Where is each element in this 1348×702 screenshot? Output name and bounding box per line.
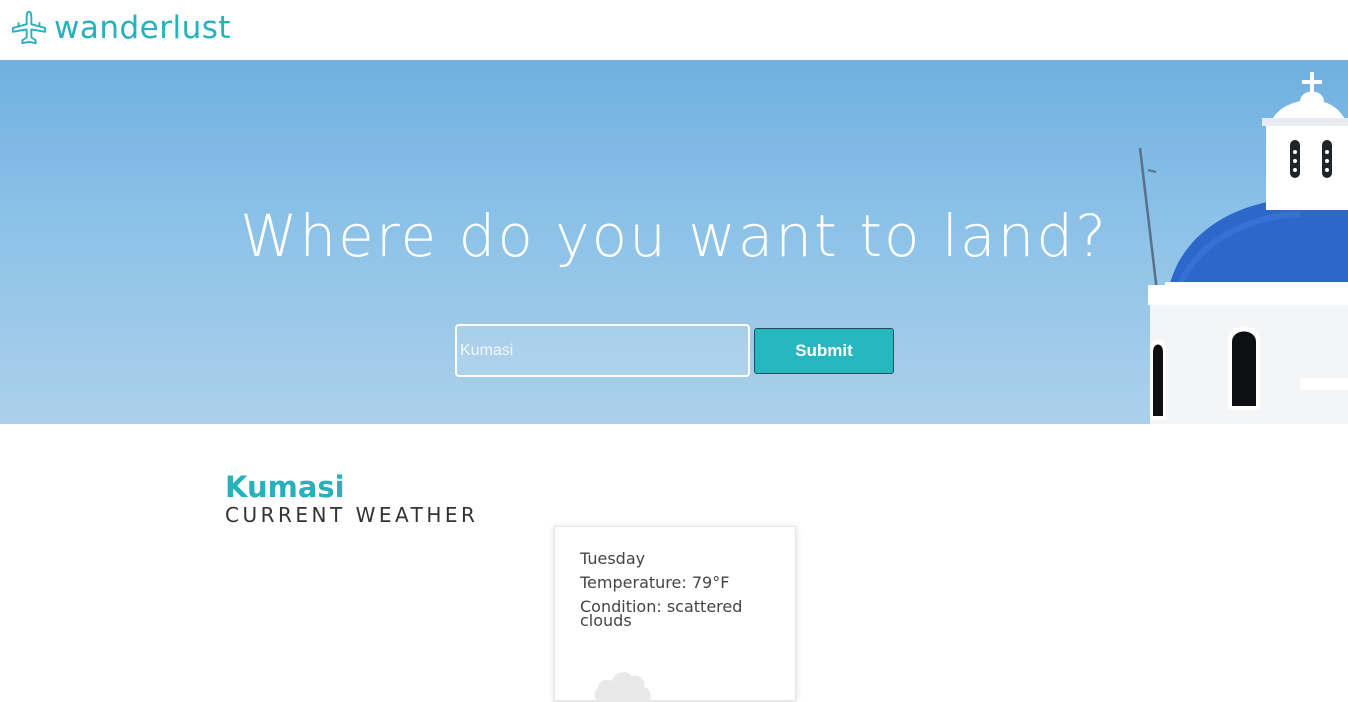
hero-title: Where do you want to land? xyxy=(240,202,1108,270)
logo-link[interactable]: wanderlust xyxy=(10,8,231,48)
weather-temperature: Temperature: 79°F xyxy=(580,573,730,592)
top-navbar: wanderlust xyxy=(0,0,1348,60)
destination-search-input[interactable] xyxy=(455,324,750,377)
current-weather-subtitle: CURRENT WEATHER xyxy=(225,503,479,527)
city-name-heading: Kumasi xyxy=(225,470,345,504)
cloud-icon xyxy=(594,672,651,702)
weather-card: Tuesday Temperature: 79°F Condition: sca… xyxy=(554,526,796,702)
airplane-icon xyxy=(10,9,48,47)
submit-button[interactable]: Submit xyxy=(754,328,894,374)
weather-condition: Condition: scattered clouds xyxy=(580,597,743,630)
logo-text: wanderlust xyxy=(54,10,232,46)
hero-banner: Where do you want to land? Submit xyxy=(0,60,1348,424)
weather-day: Tuesday xyxy=(580,549,646,568)
